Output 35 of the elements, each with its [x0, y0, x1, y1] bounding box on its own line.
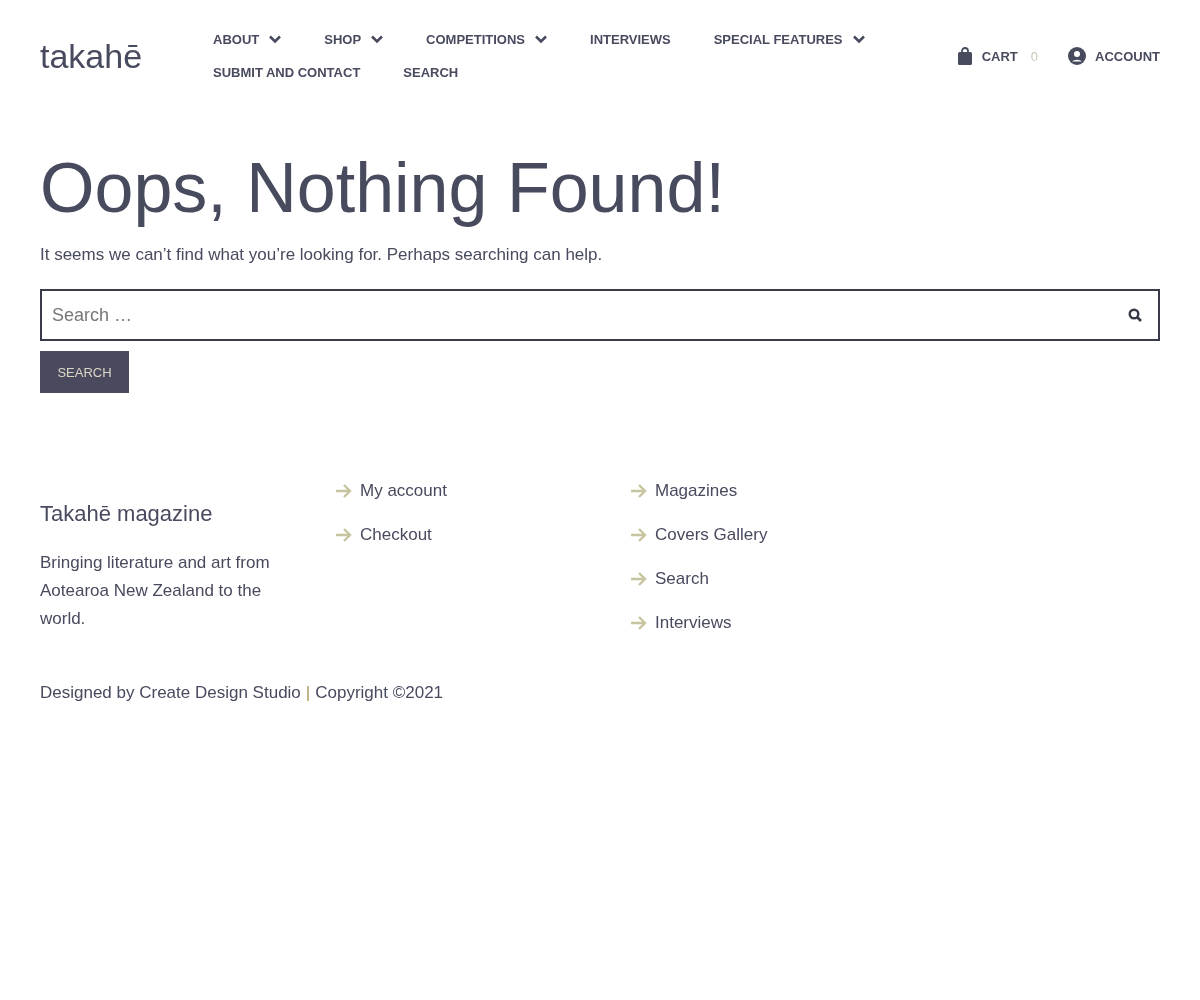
arrow-right-icon — [630, 484, 647, 498]
footer-link[interactable]: Checkout — [335, 525, 630, 545]
designer-credit: Designed by Create Design Studio — [40, 683, 301, 703]
nav-link[interactable]: COMPETITIONS — [426, 32, 547, 47]
nav-link[interactable]: SUBMIT AND CONTACT — [213, 65, 361, 80]
nav-link[interactable]: SEARCH — [403, 65, 459, 80]
site-logo[interactable]: takahē — [40, 36, 213, 76]
footer-description: Bringing literature and art from Aotearoa New Zealand to the world. — [40, 552, 271, 630]
user-circle-icon — [1068, 47, 1086, 65]
copyright-text: Copyright ©2021 — [315, 683, 444, 703]
footer-title: Takahē magazine — [40, 501, 214, 527]
page-heading: Oops, Nothing Found! — [40, 150, 726, 227]
nav-link[interactable]: ABOUT — [213, 32, 282, 47]
message-text: It seems we can’t find what you’re looking for. Perhaps searching can help. — [40, 245, 604, 265]
footer-link[interactable]: Interviews — [630, 613, 1160, 633]
separator: | — [305, 683, 311, 703]
footer-link[interactable]: Search — [630, 569, 1160, 589]
nav-link[interactable]: SPECIAL FEATURES — [713, 32, 865, 47]
search-icon — [1128, 308, 1142, 322]
arrow-right-icon — [630, 528, 647, 542]
account-link[interactable]: ACCOUNT — [1068, 47, 1160, 65]
cart-link[interactable]: CART 0 — [956, 47, 1038, 65]
footer-link[interactable]: Magazines — [630, 481, 1160, 501]
arrow-right-icon — [630, 572, 647, 586]
footer-link[interactable]: Covers Gallery — [630, 525, 1160, 545]
shopping-bag-icon — [956, 47, 973, 65]
footer-link[interactable]: My account — [335, 481, 630, 501]
arrow-right-icon — [630, 616, 647, 630]
search-button[interactable]: SEARCH — [40, 351, 129, 393]
nav-link[interactable]: SHOP — [324, 32, 384, 47]
arrow-right-icon — [335, 484, 352, 498]
arrow-right-icon — [335, 528, 352, 542]
nav-link[interactable]: INTERVIEWS — [590, 32, 671, 47]
cart-count: 0 — [1030, 48, 1038, 64]
search-field[interactable]: Search … — [40, 289, 1160, 341]
